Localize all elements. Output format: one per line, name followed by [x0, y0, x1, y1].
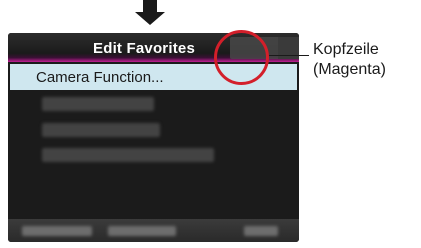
menu-item-label: Camera Function...	[36, 69, 164, 86]
menu-item-blurred-2[interactable]	[42, 123, 160, 137]
footer-bar	[8, 219, 299, 242]
callout-label: Kopfzeile (Magenta)	[313, 40, 386, 80]
callout-label-line1: Kopfzeile	[313, 41, 379, 58]
callout-line	[269, 55, 309, 56]
footer-item-2	[108, 226, 176, 236]
menu-item-blurred-1[interactable]	[42, 97, 154, 111]
callout-label-line2: (Magenta)	[313, 61, 386, 78]
footer-item-1	[22, 226, 92, 236]
highlight-circle	[214, 30, 269, 85]
down-arrow-icon	[135, 0, 165, 25]
menu-item-blurred-3[interactable]	[42, 148, 214, 162]
footer-item-3	[244, 226, 278, 236]
